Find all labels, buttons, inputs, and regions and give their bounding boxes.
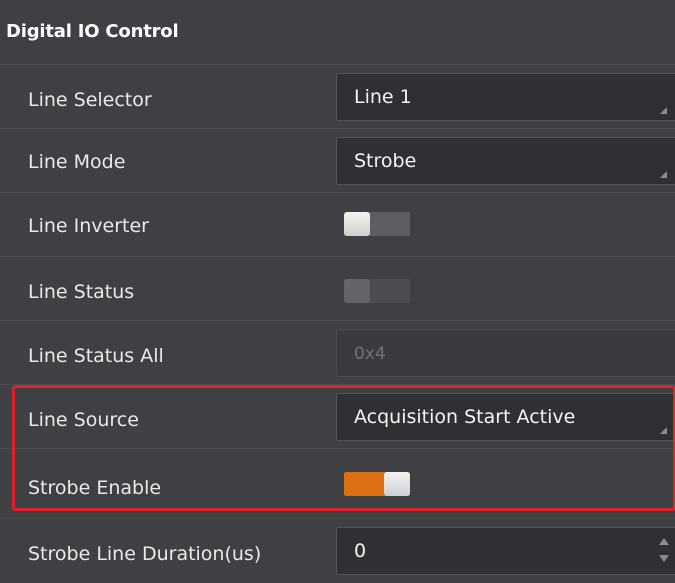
line-mode-value: Strobe [354,150,417,172]
line-mode-label: Line Mode [28,151,126,173]
toggle-thumb [344,212,370,236]
spin-down-icon[interactable] [659,555,669,562]
line-status-all-label: Line Status All [28,345,164,367]
toggle-thumb [344,279,370,303]
row-line-mode: Line Mode Strobe [0,128,675,193]
line-inverter-label: Line Inverter [28,215,149,237]
line-status-label: Line Status [28,281,135,303]
line-inverter-toggle[interactable] [344,212,410,236]
line-selector-dropdown[interactable]: Line 1 [336,73,675,121]
spin-up-icon[interactable] [659,538,669,545]
dropdown-arrow-icon [660,107,667,114]
strobe-line-duration-value: 0 [354,540,367,562]
strobe-line-duration-spinbox[interactable]: 0 [336,527,675,575]
strobe-line-duration-label: Strobe Line Duration(us) [28,543,262,565]
row-line-status-all: Line Status All 0x4 [0,320,675,385]
row-line-selector: Line Selector Line 1 [0,64,675,129]
line-status-all-value: 0x4 [354,344,386,364]
line-mode-dropdown[interactable]: Strobe [336,137,675,185]
row-strobe-line-duration: Strobe Line Duration(us) 0 [0,518,675,583]
line-status-toggle [344,279,410,303]
row-line-inverter: Line Inverter [0,192,675,257]
highlight-box [12,385,675,511]
section-title: Digital IO Control [6,21,179,42]
line-selector-value: Line 1 [354,86,412,108]
property-panel: { "section": { "title": "Digital IO Cont… [0,0,675,582]
row-line-status: Line Status [0,256,675,321]
dropdown-arrow-icon [660,171,667,178]
line-status-all-field: 0x4 [336,329,675,377]
line-selector-label: Line Selector [28,89,152,111]
section-header[interactable]: Digital IO Control [0,0,675,60]
